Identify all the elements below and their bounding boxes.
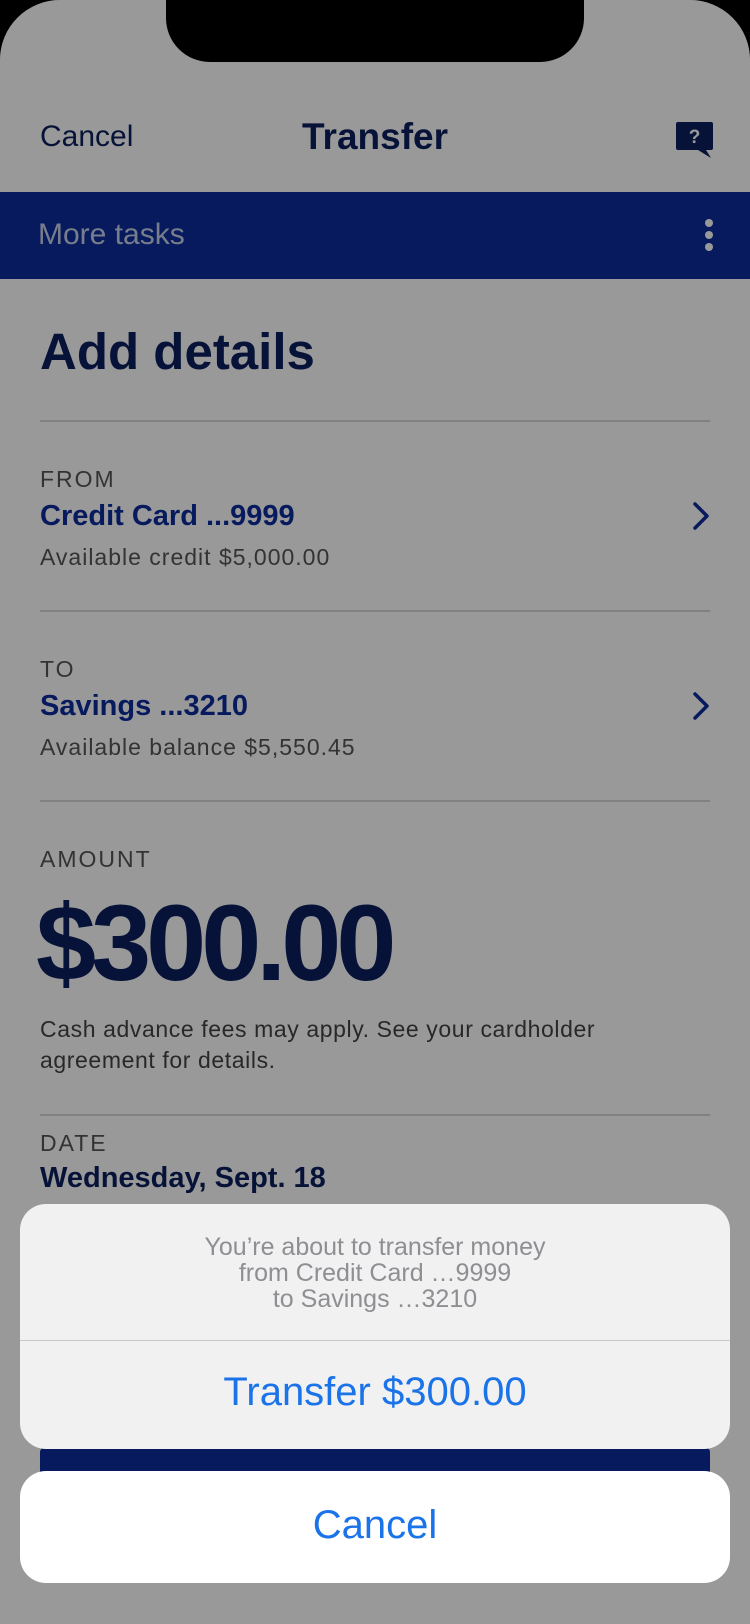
action-sheet-divider (20, 1340, 730, 1341)
device-notch (166, 0, 584, 62)
message-line: from Credit Card …9999 (238, 1259, 512, 1287)
message-line: to Savings …3210 (272, 1285, 478, 1313)
action-sheet-message: You’re about to transfer money from Cred… (20, 1234, 730, 1312)
message-line: You’re about to transfer money (204, 1233, 546, 1261)
confirm-transfer-button[interactable]: Transfer $300.00 (20, 1370, 730, 1415)
action-sheet-cancel-button[interactable]: Cancel (20, 1471, 730, 1583)
action-sheet: You’re about to transfer money from Cred… (20, 1204, 730, 1449)
action-sheet-cancel-label: Cancel (312, 1503, 438, 1547)
